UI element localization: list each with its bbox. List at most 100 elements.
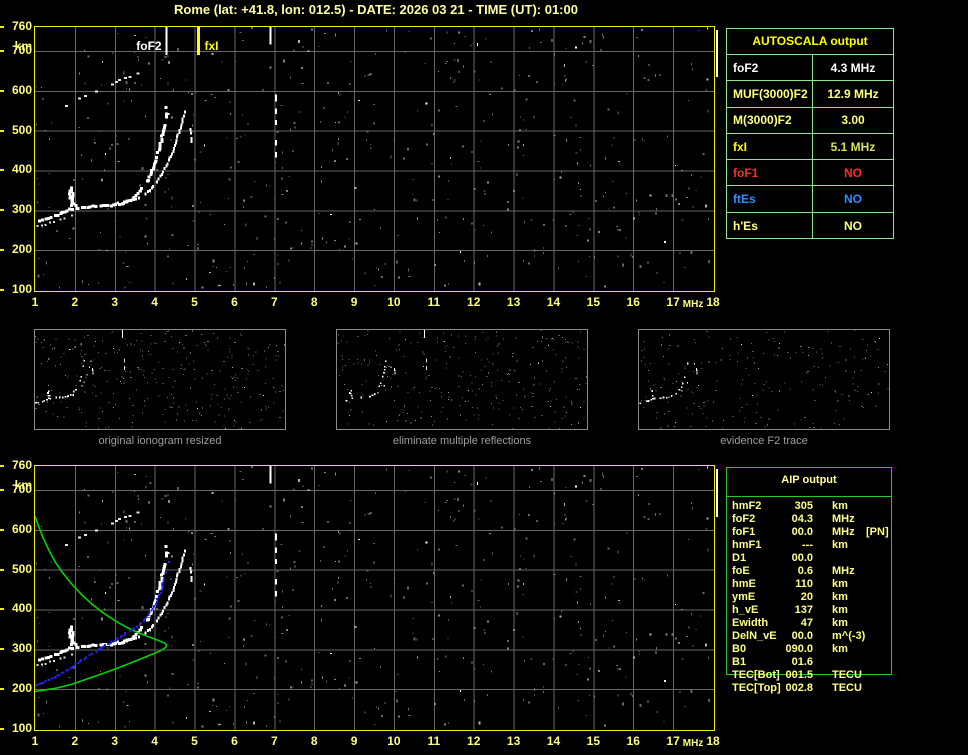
x-tick-label: 1 bbox=[31, 734, 39, 748]
parameter-value: 00.0 bbox=[791, 630, 813, 642]
parameter-label: M(3000)F2 bbox=[727, 107, 813, 133]
parameter-label: ftEs bbox=[727, 186, 813, 212]
parameter-label: hmE bbox=[732, 578, 756, 590]
autoscala-output-table: AUTOSCALA output foF2 4.3 MHz MUF(3000)F2 1… bbox=[726, 28, 894, 240]
thumbnail-2 bbox=[336, 329, 588, 430]
y-tick-mark bbox=[0, 528, 4, 531]
aip-row-foF1: foF1 00.0 MHz [PN] bbox=[732, 526, 907, 539]
aip-table-rows: hmF2 305 km foF2 04.3 MHz foF1 00.0 MHz [PN] hmF1 -… bbox=[732, 500, 907, 695]
y-tick-label: 400 bbox=[11, 162, 32, 177]
x-tick-label: 6 bbox=[231, 734, 238, 748]
x-tick-label: 4 bbox=[151, 295, 158, 309]
parameter-value: TECU bbox=[832, 669, 862, 681]
aip-row-ymE: ymE 20 km bbox=[732, 591, 907, 604]
parameter-value: km bbox=[832, 617, 848, 629]
y-tick-mark bbox=[0, 209, 4, 212]
y-tick-label: 300 bbox=[11, 202, 32, 217]
parameter-value: 002.8 bbox=[785, 682, 813, 694]
x-tick-label: 8 bbox=[310, 295, 318, 309]
parameter-value: NO bbox=[844, 218, 862, 233]
thumbnail-caption: original ionogram resized bbox=[98, 435, 222, 447]
thumbnail-1 bbox=[34, 329, 286, 430]
x-tick-label: 15 bbox=[586, 734, 601, 748]
y-tick-mark bbox=[0, 608, 4, 611]
x-tick-label: 9 bbox=[350, 734, 358, 748]
thumbnail-3-canvas bbox=[639, 330, 889, 429]
x-tick-label: 6 bbox=[231, 295, 238, 309]
aip-table-header: AIP output bbox=[781, 474, 837, 486]
y-tick-label: 600 bbox=[11, 82, 32, 97]
parameter-value: 4.3 MHz bbox=[830, 60, 876, 75]
parameter-value: m^(-3) bbox=[832, 630, 866, 642]
parameter-value: km bbox=[832, 539, 848, 551]
autoscala-row-foF2: foF2 4.3 MHz bbox=[727, 55, 893, 82]
thumbnail-2-canvas bbox=[337, 330, 587, 429]
aip-row-h_vE: h_vE 137 km bbox=[732, 604, 907, 617]
autoscala-table-rows: foF2 4.3 MHz MUF(3000)F2 12.9 MHz M(3000)F2 3… bbox=[727, 55, 893, 240]
aip-row-B0: B0 090.0 km bbox=[732, 643, 907, 656]
x-tick-label: 1 bbox=[31, 295, 39, 309]
aip-row-D1: D1 00.0 bbox=[732, 552, 907, 565]
marker-label-fxI: fxI bbox=[204, 39, 219, 53]
interference-line bbox=[716, 469, 718, 517]
x-tick-label: 14 bbox=[546, 734, 561, 748]
parameter-label: foF2 bbox=[732, 513, 756, 525]
parameter-value: km bbox=[832, 604, 848, 616]
x-tick-label: 8 bbox=[310, 734, 318, 748]
aip-row-foE: foE 0.6 MHz bbox=[732, 565, 907, 578]
x-tick-label: 9 bbox=[350, 295, 358, 309]
y-tick-mark bbox=[0, 289, 4, 291]
y-tick-label: 760 bbox=[11, 458, 32, 472]
aip-row-DelN_vE: DelN_vE 00.0 m^(-3) bbox=[732, 630, 907, 643]
y-tick-mark bbox=[0, 89, 4, 92]
parameter-value: 137 bbox=[794, 604, 813, 616]
parameter-value: 20 bbox=[800, 591, 813, 603]
parameter-value: 04.3 bbox=[791, 513, 813, 525]
x-tick-label: 2 bbox=[71, 295, 79, 309]
autoscala-row-h'Es: h'Es NO bbox=[727, 212, 893, 240]
x-tick-label: 2 bbox=[71, 734, 79, 748]
parameter-value: 12.9 MHz bbox=[827, 86, 879, 101]
x-tick-label: 10 bbox=[387, 295, 401, 309]
marker-label-foF2: foF2 bbox=[136, 39, 162, 53]
y-tick-label: 300 bbox=[11, 641, 32, 656]
ionogram-top-frame bbox=[34, 26, 715, 292]
parameter-label: foE bbox=[732, 565, 750, 577]
parameter-value: 0.6 bbox=[797, 565, 813, 577]
parameter-value: --- bbox=[802, 539, 813, 551]
y-tick-label: 760 bbox=[11, 19, 32, 33]
x-tick-label: 11 bbox=[427, 295, 441, 309]
aip-row-hmF1: hmF1 --- km bbox=[732, 539, 907, 552]
aip-row-TEC[Top]: TEC[Top] 002.8 TECU bbox=[732, 682, 907, 695]
x-tick-label: 12 bbox=[467, 734, 481, 748]
parameter-label: h_vE bbox=[732, 604, 759, 616]
parameter-value: km bbox=[832, 578, 848, 590]
y-tick-label: 400 bbox=[11, 601, 32, 616]
parameter-value: NO bbox=[844, 192, 862, 207]
x-tick-label: 3 bbox=[111, 734, 119, 748]
parameter-label: B1 bbox=[732, 656, 747, 668]
x-tick-label: 13 bbox=[506, 734, 521, 748]
x-tick-label: 5 bbox=[191, 734, 198, 748]
y-tick-label: 600 bbox=[11, 521, 32, 536]
x-tick-label: 7 bbox=[270, 734, 278, 748]
y-tick-mark bbox=[0, 26, 4, 28]
autoscala-row-fxI: fxI 5.1 MHz bbox=[727, 133, 893, 161]
y-tick-mark bbox=[0, 169, 4, 172]
parameter-value: 110 bbox=[795, 578, 813, 590]
parameter-value: 00.0 bbox=[791, 552, 813, 564]
y-tick-mark bbox=[0, 249, 4, 252]
y-tick-mark bbox=[0, 728, 4, 730]
parameter-label: hmF1 bbox=[732, 539, 762, 551]
parameter-value: 001.5 bbox=[785, 669, 813, 681]
parameter-label: foF1 bbox=[732, 526, 756, 538]
parameter-value: MHz bbox=[832, 513, 855, 525]
x-tick-label: 13 bbox=[506, 295, 521, 309]
autoscala-table-header: AUTOSCALA output bbox=[727, 29, 893, 55]
autoscala-row-MUF(3000)F2: MUF(3000)F2 12.9 MHz bbox=[727, 81, 893, 108]
x-tick-label: 7 bbox=[270, 295, 278, 309]
autoscala-row-M(3000)F2: M(3000)F2 3.00 bbox=[727, 107, 893, 134]
thumbnail-3 bbox=[638, 329, 890, 430]
parameter-value: 5.1 MHz bbox=[830, 139, 876, 154]
y-tick-mark bbox=[0, 568, 4, 571]
